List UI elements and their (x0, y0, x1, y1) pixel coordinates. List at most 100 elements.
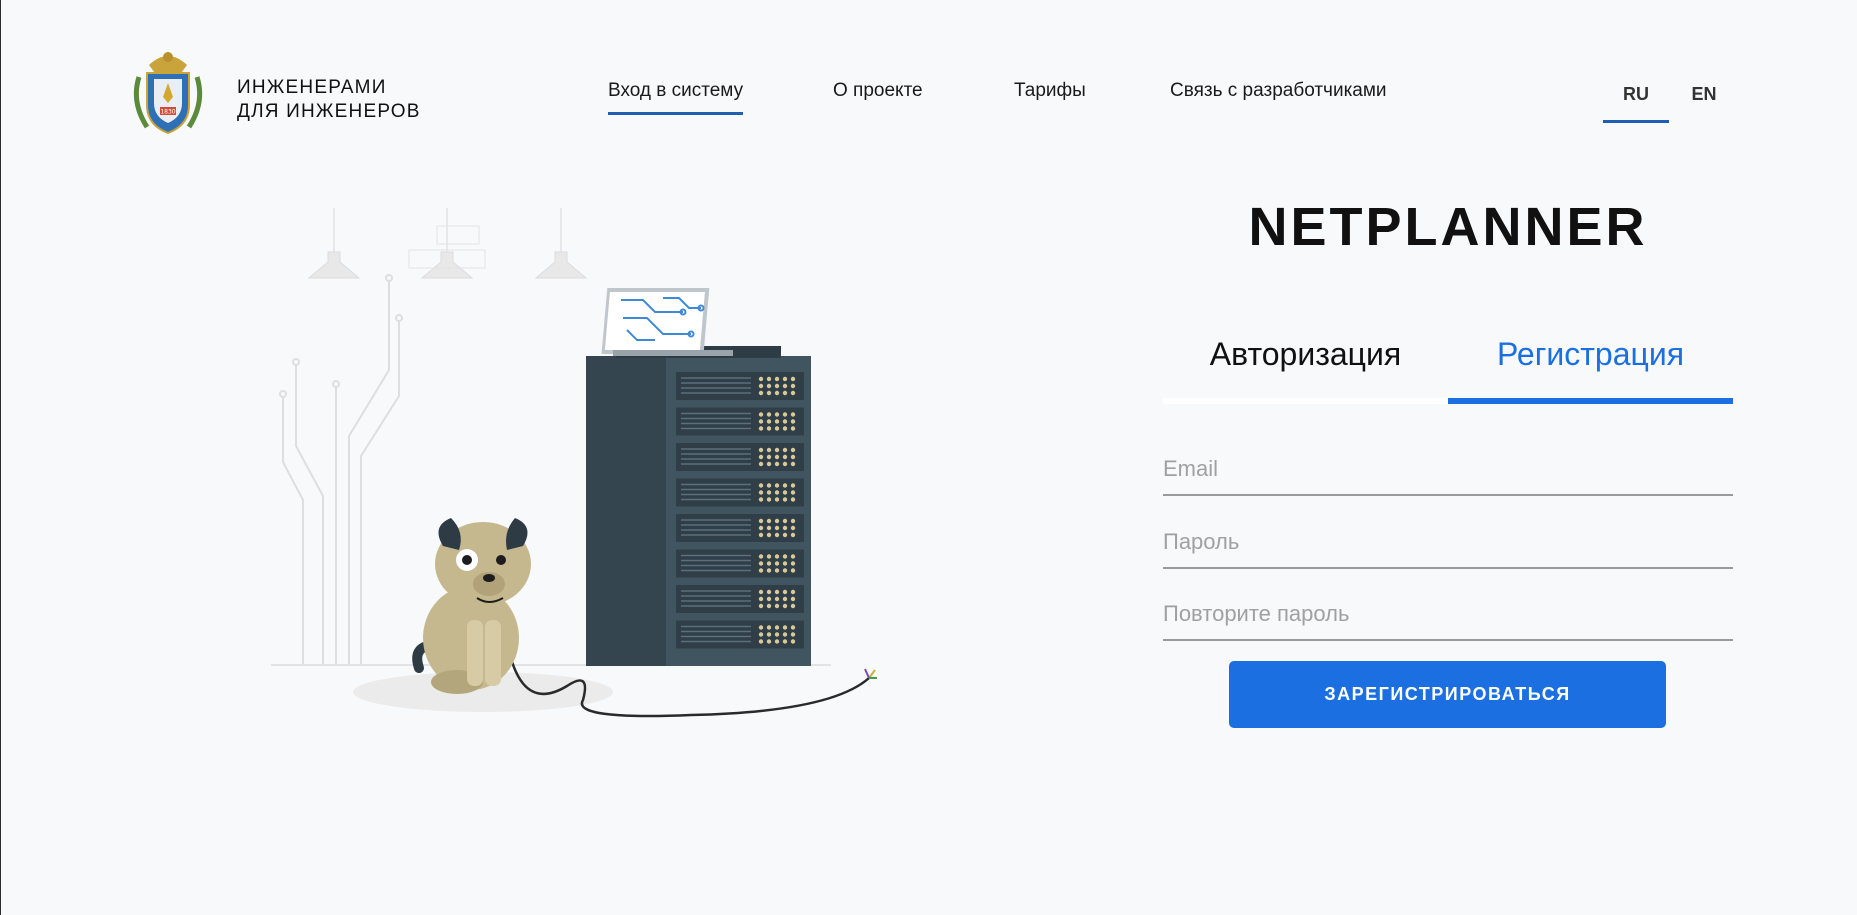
server-led (774, 625, 780, 630)
server-led (782, 518, 788, 524)
server-led (758, 589, 764, 595)
server-led (758, 532, 764, 538)
tab-login[interactable]: Авторизация (1163, 330, 1448, 404)
server-led (774, 483, 780, 488)
server-led (758, 419, 764, 424)
server-led (782, 625, 788, 630)
server-led (758, 632, 764, 637)
server-led (782, 639, 788, 644)
server-led (782, 596, 788, 602)
server-led (790, 483, 796, 488)
server-led (766, 596, 772, 602)
email-field[interactable] (1163, 444, 1733, 496)
brand-line-1: ИНЖЕНЕРАМИ (237, 77, 387, 98)
server-led (766, 390, 772, 396)
server-led (790, 490, 796, 495)
server-led (782, 561, 788, 566)
server-led (774, 419, 780, 424)
server-led (758, 625, 764, 630)
server-led (774, 532, 780, 538)
server-led (790, 639, 796, 644)
server-led (782, 461, 788, 467)
laptop (601, 288, 733, 356)
server-led (774, 376, 780, 382)
nav-contact-developers[interactable]: Связь с разработчиками (1170, 80, 1387, 112)
server-led (766, 518, 772, 524)
server-led (782, 447, 788, 453)
server-led (790, 525, 796, 531)
server-led (782, 383, 788, 389)
ceiling-lamps (307, 208, 588, 279)
server-led (774, 383, 780, 389)
server-rack (586, 346, 811, 666)
server-led (758, 383, 764, 389)
nav-about[interactable]: О проекте (833, 80, 923, 112)
server-led (774, 639, 780, 644)
server-led (782, 554, 788, 559)
server-led (758, 596, 764, 602)
pug-server-illustration (271, 208, 877, 718)
auth-tabs: Авторизация Регистрация (1163, 330, 1733, 404)
repeat-password-field[interactable] (1163, 589, 1733, 641)
university-crest-logo[interactable]: 1830 (129, 47, 207, 137)
server-led (766, 632, 772, 637)
server-led (766, 603, 772, 609)
language-en[interactable]: EN (1689, 84, 1719, 105)
server-led (782, 589, 788, 595)
server-led (790, 412, 796, 417)
server-led (766, 554, 772, 559)
server-led (774, 426, 780, 431)
server-led (766, 625, 772, 630)
server-led (774, 461, 780, 467)
register-button[interactable]: ЗАРЕГИСТРИРОВАТЬСЯ (1229, 661, 1666, 728)
server-led (790, 532, 796, 538)
server-led (766, 639, 772, 644)
tab-register[interactable]: Регистрация (1448, 330, 1733, 404)
server-led (758, 461, 764, 467)
server-led (774, 603, 780, 609)
server-led (782, 490, 788, 495)
server-led (758, 554, 764, 559)
server-led (782, 454, 788, 460)
server-led (782, 483, 788, 488)
server-led (766, 447, 772, 453)
server-led (758, 426, 764, 431)
nav-pricing[interactable]: Тарифы (1014, 80, 1086, 112)
server-led (766, 532, 772, 538)
server-led (758, 639, 764, 644)
language-ru[interactable]: RU (1603, 84, 1669, 123)
server-led (774, 568, 780, 573)
server-led (758, 561, 764, 566)
brand-line-2: ДЛЯ ИНЖЕНЕРОВ (237, 101, 421, 122)
server-led (782, 419, 788, 424)
server-led (790, 568, 796, 573)
server-led (790, 390, 796, 396)
server-led (790, 419, 796, 424)
server-led (782, 497, 788, 502)
server-led (758, 376, 764, 382)
server-led (790, 589, 796, 595)
server-led (758, 568, 764, 573)
server-led (766, 490, 772, 495)
server-led (766, 454, 772, 460)
server-led (758, 454, 764, 460)
server-led (774, 454, 780, 460)
nav-login[interactable]: Вход в систему (608, 80, 744, 115)
server-led (758, 390, 764, 396)
server-led (774, 497, 780, 502)
password-field[interactable] (1163, 517, 1733, 569)
server-led (790, 426, 796, 431)
server-led (766, 561, 772, 566)
brand-name: ИНЖЕНЕРАМИ ДЛЯ ИНЖЕНЕРОВ (237, 76, 421, 124)
server-led (766, 497, 772, 502)
server-led (758, 447, 764, 453)
server-led (766, 461, 772, 467)
server-led (790, 461, 796, 467)
server-led (782, 632, 788, 637)
server-led (782, 412, 788, 417)
server-led (790, 376, 796, 382)
server-led (766, 383, 772, 389)
server-led (766, 568, 772, 573)
server-led (758, 412, 764, 417)
server-led (782, 525, 788, 531)
